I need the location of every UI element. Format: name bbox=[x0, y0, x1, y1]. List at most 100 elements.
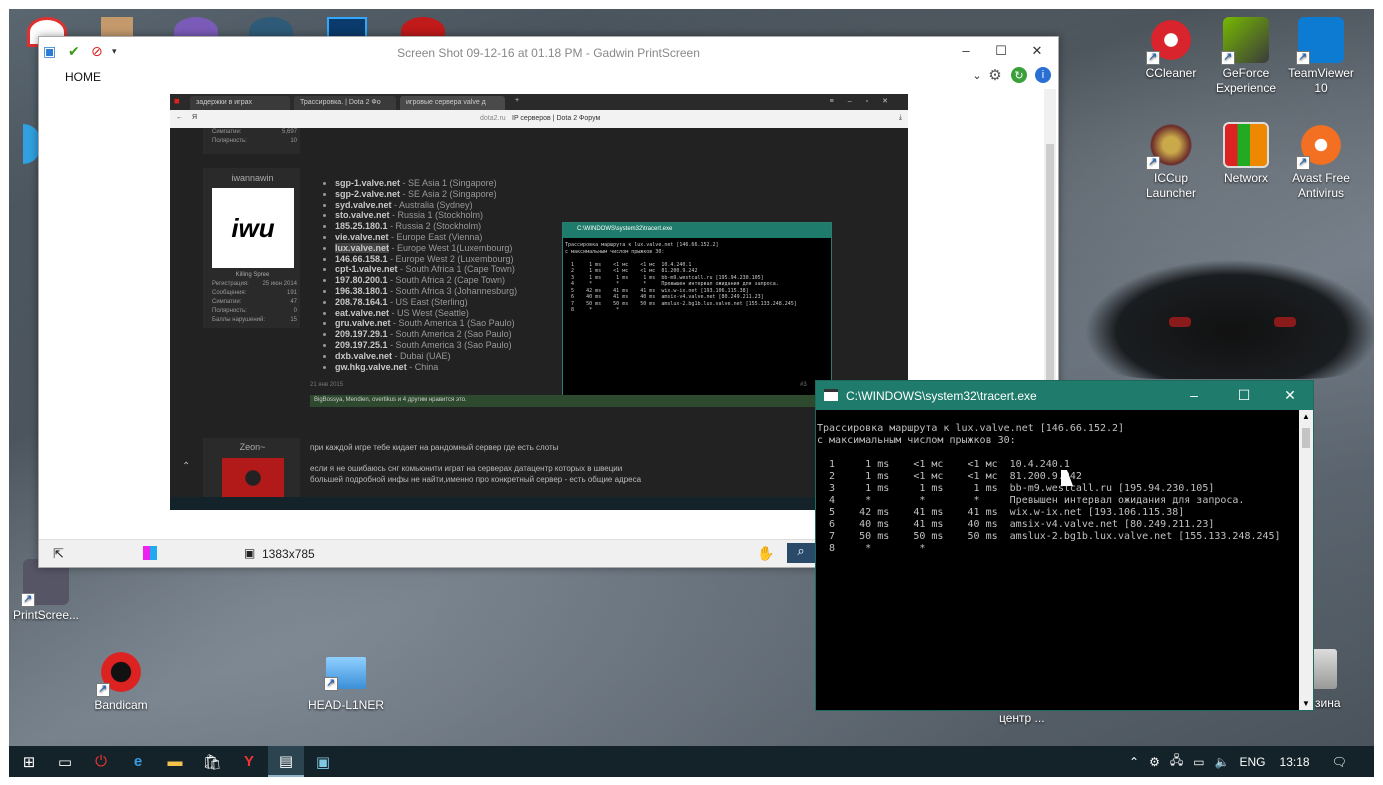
bandicam-icon bbox=[96, 649, 144, 697]
image-size-icon: ▣ bbox=[244, 546, 256, 560]
minimize-button[interactable]: – bbox=[951, 43, 981, 58]
mini-terminal-title: C:\WINDOWS\system32\tracert.exe bbox=[563, 223, 831, 238]
chevron-down-icon[interactable]: ⌄ bbox=[969, 67, 985, 83]
browser-window-controls: ≡–▫✕ bbox=[829, 98, 902, 105]
printscreen-app-button[interactable]: ▣ bbox=[305, 746, 341, 777]
iccup-desktop-icon[interactable]: ICCup Launcher bbox=[1131, 122, 1211, 201]
scroll-down-icon[interactable]: ▼ bbox=[1302, 699, 1310, 708]
clock[interactable]: 13:18 bbox=[1280, 755, 1310, 769]
yandex-browser-button[interactable]: Y bbox=[231, 746, 267, 777]
geforce-desktop-icon[interactable]: GeForce Experience bbox=[1206, 17, 1286, 96]
maximize-button[interactable]: ☐ bbox=[986, 43, 1016, 59]
window-titlebar[interactable]: ▣ ✔ ⊘ ▾ Screen Shot 09-12-16 at 01.18 PM… bbox=[39, 37, 1058, 67]
printscreen-desktop-icon[interactable]: PrintScree... bbox=[9, 559, 86, 623]
forum-page: Симпатии: 5,697 Полярность: 10 iwannawin i… bbox=[170, 128, 908, 498]
ccleaner-desktop-icon[interactable]: CCleaner bbox=[1131, 17, 1211, 81]
battery-icon[interactable]: ▭ bbox=[1193, 755, 1204, 769]
teamviewer-desktop-icon[interactable]: TeamViewer 10 bbox=[1281, 17, 1361, 96]
zoom-icon[interactable]: ⌕ bbox=[787, 543, 815, 563]
address-title: IP серверов | Dota 2 Форум bbox=[512, 115, 601, 122]
terminal-line: 5 42 ms 41 ms 41 ms wix.w-ix.net [193.10… bbox=[817, 507, 1185, 518]
user-stats: Регистрация: 25 июн 2014 Сообщения: 191 Си… bbox=[212, 281, 297, 323]
avatar bbox=[222, 458, 284, 498]
tracert-titlebar[interactable]: C:\WINDOWS\system32\tracert.exe – ☐ ✕ bbox=[816, 381, 1313, 410]
server-list-item: sto.valve.net - Russia 1 (Stockholm) bbox=[335, 210, 517, 221]
pointer-icon[interactable]: ⇱ bbox=[53, 546, 64, 562]
download-icon: ⤓ bbox=[898, 114, 902, 121]
server-list-item: gru.valve.net - South America 1 (Sao Pau… bbox=[335, 318, 517, 329]
start-button[interactable]: ⊞ bbox=[11, 746, 47, 777]
ribbon-tab-home[interactable]: HOME bbox=[65, 70, 101, 84]
desktop-icon-label: Bandicam bbox=[94, 698, 148, 712]
info-icon[interactable]: i bbox=[1035, 67, 1051, 83]
server-list-item: eat.valve.net - US West (Seattle) bbox=[335, 308, 517, 319]
file-explorer-button[interactable]: ▬ bbox=[157, 746, 193, 777]
tracert-title: C:\WINDOWS\system32\tracert.exe bbox=[846, 389, 1037, 403]
scroll-up-icon[interactable]: ▲ bbox=[1302, 412, 1310, 421]
system-tray: ⌃ ⚙ 🖧 ▭ 🔈 ENG 13:18 🗨 bbox=[1129, 746, 1347, 777]
new-tab-icon: + bbox=[515, 97, 520, 104]
networx-desktop-icon[interactable]: Networx bbox=[1206, 122, 1286, 186]
avast-desktop-icon[interactable]: Avast Free Antivirus bbox=[1281, 122, 1361, 201]
terminal-scrollbar[interactable]: ▲ ▼ bbox=[1299, 410, 1313, 710]
console-app-button[interactable]: ▤ bbox=[268, 746, 304, 777]
hand-tool-icon[interactable]: ✋ bbox=[757, 545, 774, 562]
server-list-item: 209.197.25.1 - South America 3 (Sao Paul… bbox=[335, 340, 517, 351]
server-list: sgp-1.valve.net - SE Asia 1 (Singapore)s… bbox=[335, 178, 517, 372]
desktop-icon-label: Networx bbox=[1223, 171, 1268, 185]
close-button[interactable]: ✕ bbox=[1022, 43, 1052, 59]
mouse-cursor-icon bbox=[1061, 470, 1073, 486]
color-palette-icon[interactable] bbox=[143, 546, 157, 560]
store-button[interactable]: 🛍 bbox=[194, 746, 230, 777]
update-icon[interactable]: ↻ bbox=[1011, 67, 1027, 83]
server-list-item: lux.valve.net - Europe West 1(Luxembourg… bbox=[335, 242, 517, 254]
recycle-bin-label: зина bbox=[1315, 696, 1341, 710]
close-button[interactable]: ✕ bbox=[1275, 387, 1305, 404]
terminal-line: 8 * * bbox=[817, 543, 926, 554]
browser-screenshot: ◼ задержки в играх Трассировка. | Dota 2… bbox=[170, 94, 908, 510]
yandex-letter-icon: Я bbox=[192, 114, 198, 121]
teamviewer-icon bbox=[1296, 17, 1344, 65]
image-size-label: 1383x785 bbox=[262, 547, 315, 561]
geforce-icon bbox=[1221, 17, 1269, 65]
computer-icon bbox=[324, 657, 366, 691]
volume-icon[interactable]: 🔈 bbox=[1215, 755, 1230, 769]
tracert-window: C:\WINDOWS\system32\tracert.exe – ☐ ✕ Тр… bbox=[815, 380, 1314, 711]
likes-bar: BigBossya, Mendien, overtikus и 4 другим… bbox=[310, 395, 870, 407]
desktop-icon-label: GeForce Experience bbox=[1215, 66, 1277, 95]
gear-icon[interactable]: ⚙ bbox=[987, 67, 1003, 84]
notifications-icon[interactable]: 🗨 bbox=[1332, 755, 1347, 769]
taskbar: ⊞ ▭ ⏻ e ▬ 🛍 Y ▤ ▣ ⌃ ⚙ 🖧 ▭ 🔈 ENG 13:18 🗨 bbox=[9, 746, 1374, 777]
server-list-item: 209.197.29.1 - South America 2 (Sao Paul… bbox=[335, 329, 517, 340]
head-liner-desktop-icon[interactable]: HEAD-L1NER bbox=[306, 649, 386, 713]
server-list-item: 197.80.200.1 - South Africa 2 (Cape Town… bbox=[335, 275, 517, 286]
server-list-item: 196.38.180.1 - South Africa 3 (Johannesb… bbox=[335, 286, 517, 297]
server-list-item: cpt-1.valve.net - South Africa 1 (Cape T… bbox=[335, 264, 517, 275]
minimize-button[interactable]: – bbox=[1179, 387, 1209, 403]
browser-tab: игровые сервера valve д bbox=[400, 96, 505, 110]
server-list-item: 208.78.164.1 - US East (Sterling) bbox=[335, 297, 517, 308]
language-indicator[interactable]: ENG bbox=[1240, 755, 1266, 769]
post-number: #3 bbox=[800, 382, 807, 388]
desktop-icon-label: HEAD-L1NER bbox=[307, 698, 385, 712]
user-rank: Killing Spree bbox=[235, 272, 270, 278]
tracert-output[interactable]: Трассировка маршрута к lux.valve.net [14… bbox=[816, 410, 1300, 710]
browser-addressbar: ← Я dota2.ru IP серверов | Dota 2 Форум … bbox=[170, 110, 908, 128]
desktop-icon-label: Avast Free Antivirus bbox=[1292, 171, 1350, 200]
server-list-item: 146.66.158.1 - Europe West 2 (Luxembourg… bbox=[335, 254, 517, 265]
mini-taskbar bbox=[170, 497, 908, 510]
network-icon[interactable]: 🖧 bbox=[1170, 751, 1183, 772]
tray-expand-icon[interactable]: ⌃ bbox=[1129, 755, 1139, 769]
terminal-line: 4 * * * Превышен интервал ожидания для з… bbox=[817, 495, 1245, 506]
power-app-button[interactable]: ⏻ bbox=[83, 746, 119, 777]
terminal-line: 3 1 ms 1 ms 1 ms bb-m9.westcall.ru [195.… bbox=[817, 483, 1215, 494]
bandicam-desktop-icon[interactable]: Bandicam bbox=[81, 649, 161, 713]
center-label: центр ... bbox=[999, 711, 1045, 725]
task-view-button[interactable]: ▭ bbox=[47, 746, 83, 777]
edge-button[interactable]: e bbox=[120, 746, 156, 777]
maximize-button[interactable]: ☐ bbox=[1229, 387, 1259, 404]
mini-terminal-window: C:\WINDOWS\system32\tracert.exe Трассиро… bbox=[562, 222, 832, 402]
server-list-item: sgp-2.valve.net - SE Asia 2 (Singapore) bbox=[335, 189, 517, 200]
steam-tray-icon[interactable]: ⚙ bbox=[1149, 755, 1160, 769]
